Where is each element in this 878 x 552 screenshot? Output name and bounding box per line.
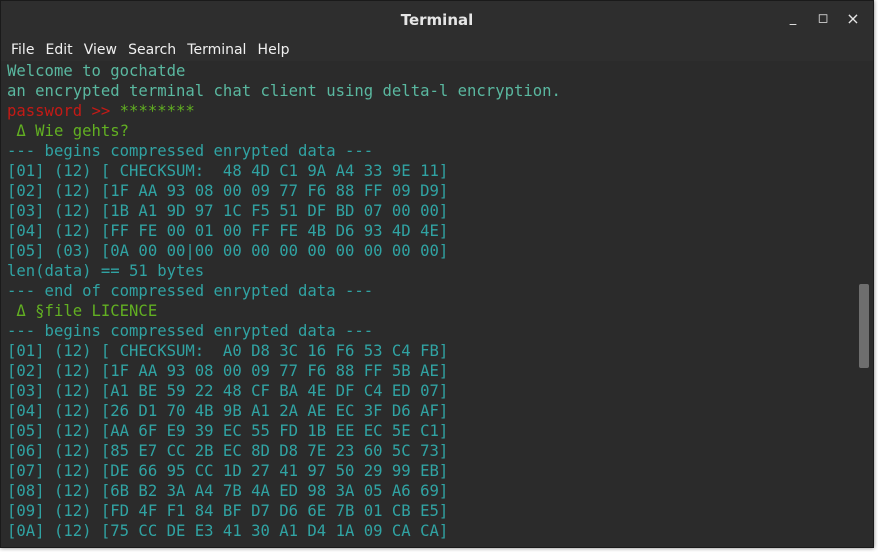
- data-row: [0A] (12) [75 CC DE E3 41 30 A1 D4 1A 09…: [7, 522, 449, 540]
- window-title: Terminal: [400, 11, 474, 29]
- data-begin-marker: --- begins compressed enrypted data ---: [7, 322, 374, 340]
- password-mask: ********: [119, 102, 195, 120]
- password-line: password >> ********: [1, 101, 857, 121]
- menu-search[interactable]: Search: [125, 40, 179, 58]
- data-row: [03] (12) [1B A1 9D 97 1C F5 51 DF BD 07…: [7, 202, 449, 220]
- data-row: [05] (03) [0A 00 00|00 00 00 00 00 00 00…: [7, 242, 449, 260]
- menu-edit[interactable]: Edit: [43, 40, 76, 58]
- data-row: [04] (12) [26 D1 70 4B 9B A1 2A AE EC 3F…: [7, 402, 449, 420]
- chat-message: Δ Wie gehts?: [7, 122, 130, 140]
- terminal-output[interactable]: Welcome to gochatde an encrypted termina…: [1, 61, 857, 545]
- data-row: [05] (12) [AA 6F E9 39 EC 55 FD 1B EE EC…: [7, 422, 449, 440]
- data-begin-marker: --- begins compressed enrypted data ---: [7, 142, 374, 160]
- welcome-line: Welcome to gochatde: [7, 62, 186, 80]
- menu-terminal[interactable]: Terminal: [184, 40, 249, 58]
- menu-bar: File Edit View Search Terminal Help: [1, 39, 873, 61]
- description-line: an encrypted terminal chat client using …: [7, 82, 561, 100]
- data-row: [02] (12) [1F AA 93 08 00 09 77 F6 88 FF…: [7, 182, 449, 200]
- chat-message: Δ §file LICENCE: [7, 302, 158, 320]
- data-row: [02] (12) [1F AA 93 08 00 09 77 F6 88 FF…: [7, 362, 449, 380]
- maximize-button[interactable]: ◻: [815, 11, 831, 27]
- scrollbar-thumb[interactable]: [859, 284, 869, 368]
- data-row: [09] (12) [FD 4F F1 84 BF D7 D6 6E 7B 01…: [7, 502, 449, 520]
- menu-file[interactable]: File: [8, 40, 37, 58]
- data-length: len(data) == 51 bytes: [7, 262, 205, 280]
- menu-help[interactable]: Help: [255, 40, 293, 58]
- password-prompt: password >>: [7, 102, 120, 120]
- data-row: [01] (12) [ CHECKSUM: A0 D8 3C 16 F6 53 …: [7, 342, 449, 360]
- data-row: [04] (12) [FF FE 00 01 00 FF FE 4B D6 93…: [7, 222, 449, 240]
- data-row: [06] (12) [85 E7 CC 2B EC 8D D8 7E 23 60…: [7, 442, 449, 460]
- data-row: [01] (12) [ CHECKSUM: 48 4D C1 9A A4 33 …: [7, 162, 449, 180]
- data-row: [03] (12) [A1 BE 59 22 48 CF BA 4E DF C4…: [7, 382, 449, 400]
- minimize-button[interactable]: _: [785, 11, 801, 27]
- scrollbar[interactable]: [857, 61, 873, 545]
- close-button[interactable]: ×: [845, 11, 861, 27]
- title-bar[interactable]: Terminal _ ◻ ×: [1, 1, 873, 39]
- data-row: [08] (12) [6B B2 3A A4 7B 4A ED 98 3A 05…: [7, 482, 449, 500]
- terminal-window: Terminal _ ◻ × File Edit View Search Ter…: [0, 0, 874, 548]
- data-end-marker: --- end of compressed enrypted data ---: [7, 282, 374, 300]
- data-row: [07] (12) [DE 66 95 CC 1D 27 41 97 50 29…: [7, 462, 449, 480]
- menu-view[interactable]: View: [81, 40, 120, 58]
